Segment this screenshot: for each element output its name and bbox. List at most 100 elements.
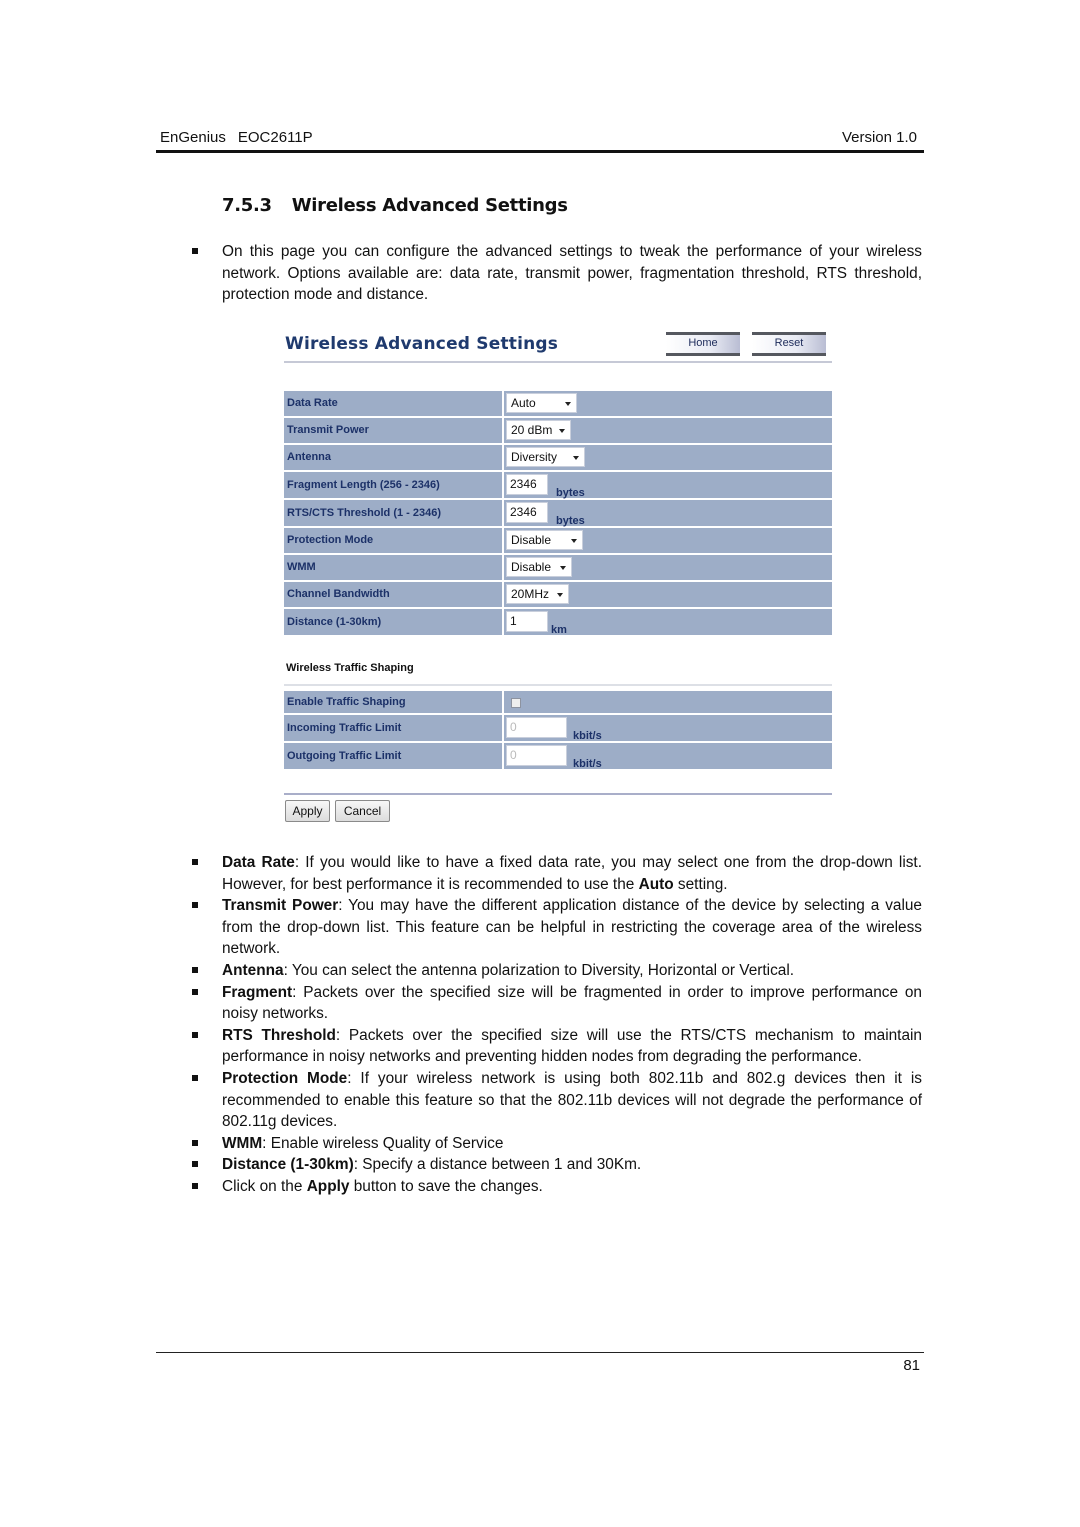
incoming-limit-label: Incoming Traffic Limit [284, 715, 502, 741]
reset-button[interactable]: Reset [752, 332, 826, 356]
data-rate-select[interactable]: Auto [506, 393, 577, 413]
section-title: Wireless Advanced Settings [291, 195, 568, 216]
protection-mode-select[interactable]: Disable [506, 530, 583, 550]
detail-text: : You can select the antenna polarizatio… [283, 961, 795, 979]
detail-item: Distance (1-30km): Specify a distance be… [186, 1154, 922, 1176]
detail-term: WMM [222, 1134, 263, 1152]
detail-term: Distance (1-30km) [222, 1156, 354, 1174]
detail-item: Protection Mode: If your wireless networ… [186, 1068, 922, 1133]
settings-screenshot: Wireless Advanced Settings Home Reset Da… [284, 328, 832, 828]
page-header: EnGenius EOC2611P Version 1.0 [156, 128, 924, 153]
screenshot-title: Wireless Advanced Settings [285, 334, 559, 354]
antenna-value: Diversity [511, 450, 558, 464]
detail-text: : If you would like to have a fixed data… [222, 854, 922, 893]
header-brand: EnGenius [160, 129, 226, 146]
detail-item: Data Rate: If you would like to have a f… [186, 852, 922, 895]
detail-item: WMM: Enable wireless Quality of Service [186, 1133, 922, 1155]
detail-text: setting. [673, 875, 728, 893]
data-rate-label: Data Rate [284, 391, 502, 416]
home-button[interactable]: Home [666, 332, 740, 356]
detail-item: RTS Threshold: Packets over the specifie… [186, 1025, 922, 1068]
detail-emphasis: Auto [638, 875, 674, 893]
chevron-down-icon [571, 539, 577, 543]
detail-term: RTS Threshold [222, 1026, 336, 1044]
apply-button[interactable]: Apply [285, 800, 330, 822]
detail-item: Click on the Apply button to save the ch… [186, 1176, 922, 1198]
antenna-label: Antenna [284, 445, 502, 470]
actions-divider [284, 793, 832, 795]
rts-threshold-label: RTS/CTS Threshold (1 - 2346) [284, 500, 502, 526]
header-version: Version 1.0 [841, 129, 917, 146]
channel-bandwidth-select[interactable]: 20MHz [506, 584, 569, 604]
data-rate-value: Auto [511, 396, 536, 410]
protection-mode-value: Disable [511, 533, 552, 547]
intro-list: On this page you can configure the advan… [186, 241, 922, 306]
rts-threshold-input[interactable]: 2346 [506, 502, 548, 523]
row-transmit-power: Transmit Power 20 dBm [284, 418, 832, 443]
chevron-down-icon [559, 429, 565, 433]
chevron-down-icon [565, 402, 571, 406]
wmm-value: Disable [511, 560, 552, 574]
row-rts-threshold: RTS/CTS Threshold (1 - 2346) 2346 bytes [284, 500, 832, 527]
enable-traffic-shaping-label: Enable Traffic Shaping [284, 691, 502, 713]
row-antenna: Antenna Diversity [284, 445, 832, 470]
detail-term: Fragment [222, 983, 293, 1001]
traffic-shaping-divider [284, 684, 832, 686]
distance-input[interactable]: 1 [506, 611, 548, 632]
outgoing-limit-input[interactable]: 0 [506, 745, 567, 766]
section-number: 7.5.3 [222, 195, 272, 216]
page-number: 81 [903, 1357, 920, 1374]
row-data-rate: Data Rate Auto [284, 391, 832, 416]
advanced-settings-table: Data Rate Auto Transmit Power 20 dBm Ant… [284, 391, 832, 637]
channel-bandwidth-value: 20MHz [511, 587, 550, 601]
channel-bandwidth-label: Channel Bandwidth [284, 582, 502, 607]
wmm-label: WMM [284, 555, 502, 580]
detail-term: Antenna [222, 961, 284, 979]
header-product: EnGenius EOC2611P [160, 129, 313, 146]
row-protection-mode: Protection Mode Disable [284, 528, 832, 553]
transmit-power-select[interactable]: 20 dBm [506, 420, 571, 440]
header-model: EOC2611P [237, 129, 313, 146]
detail-text: button to save the changes. [349, 1177, 543, 1195]
distance-unit: km [551, 624, 567, 636]
transmit-power-value: 20 dBm [511, 423, 553, 437]
section-heading: 7.5.3 Wireless Advanced Settings [222, 195, 568, 216]
antenna-select[interactable]: Diversity [506, 447, 585, 467]
details-list: Data Rate: If you would like to have a f… [186, 852, 922, 1198]
intro-paragraph: On this page you can configure the advan… [186, 241, 922, 306]
detail-text: : Enable wireless Quality of Service [262, 1134, 504, 1152]
cancel-button[interactable]: Cancel [335, 800, 390, 822]
detail-item: Transmit Power: You may have the differe… [186, 895, 922, 960]
detail-term: Data Rate [222, 854, 295, 871]
fragment-length-label: Fragment Length (256 - 2346) [284, 472, 502, 498]
row-wmm: WMM Disable [284, 555, 832, 580]
protection-mode-label: Protection Mode [284, 528, 502, 553]
outgoing-limit-unit: kbit/s [573, 758, 602, 770]
outgoing-limit-label: Outgoing Traffic Limit [284, 743, 502, 769]
row-channel-bandwidth: Channel Bandwidth 20MHz [284, 582, 832, 607]
row-distance: Distance (1-30km) 1 km [284, 609, 832, 636]
row-enable-traffic-shaping: Enable Traffic Shaping [284, 691, 832, 713]
incoming-limit-input[interactable]: 0 [506, 717, 567, 738]
chevron-down-icon [560, 566, 566, 570]
row-incoming-limit: Incoming Traffic Limit 0 kbit/s [284, 715, 832, 742]
chevron-down-icon [573, 456, 579, 460]
fragment-length-input[interactable]: 2346 [506, 474, 548, 495]
detail-item: Fragment: Packets over the specified siz… [186, 982, 922, 1025]
title-divider [284, 361, 832, 363]
traffic-shaping-table: Enable Traffic Shaping Incoming Traffic … [284, 691, 832, 771]
detail-term: Transmit Power [222, 897, 339, 915]
enable-traffic-shaping-checkbox[interactable] [511, 698, 521, 708]
wmm-select[interactable]: Disable [506, 557, 572, 577]
detail-text: : Packets over the specified size will b… [222, 983, 922, 1023]
page-footer: 81 [156, 1352, 924, 1374]
detail-term: Apply [306, 1177, 350, 1195]
detail-item: Antenna: You can select the antenna pola… [186, 960, 922, 982]
traffic-shaping-title: Wireless Traffic Shaping [286, 662, 414, 674]
row-fragment-length: Fragment Length (256 - 2346) 2346 bytes [284, 472, 832, 499]
distance-label: Distance (1-30km) [284, 609, 502, 635]
chevron-down-icon [557, 593, 563, 597]
detail-term: Protection Mode [222, 1069, 348, 1087]
detail-text: Click on the [222, 1177, 307, 1195]
transmit-power-label: Transmit Power [284, 418, 502, 443]
